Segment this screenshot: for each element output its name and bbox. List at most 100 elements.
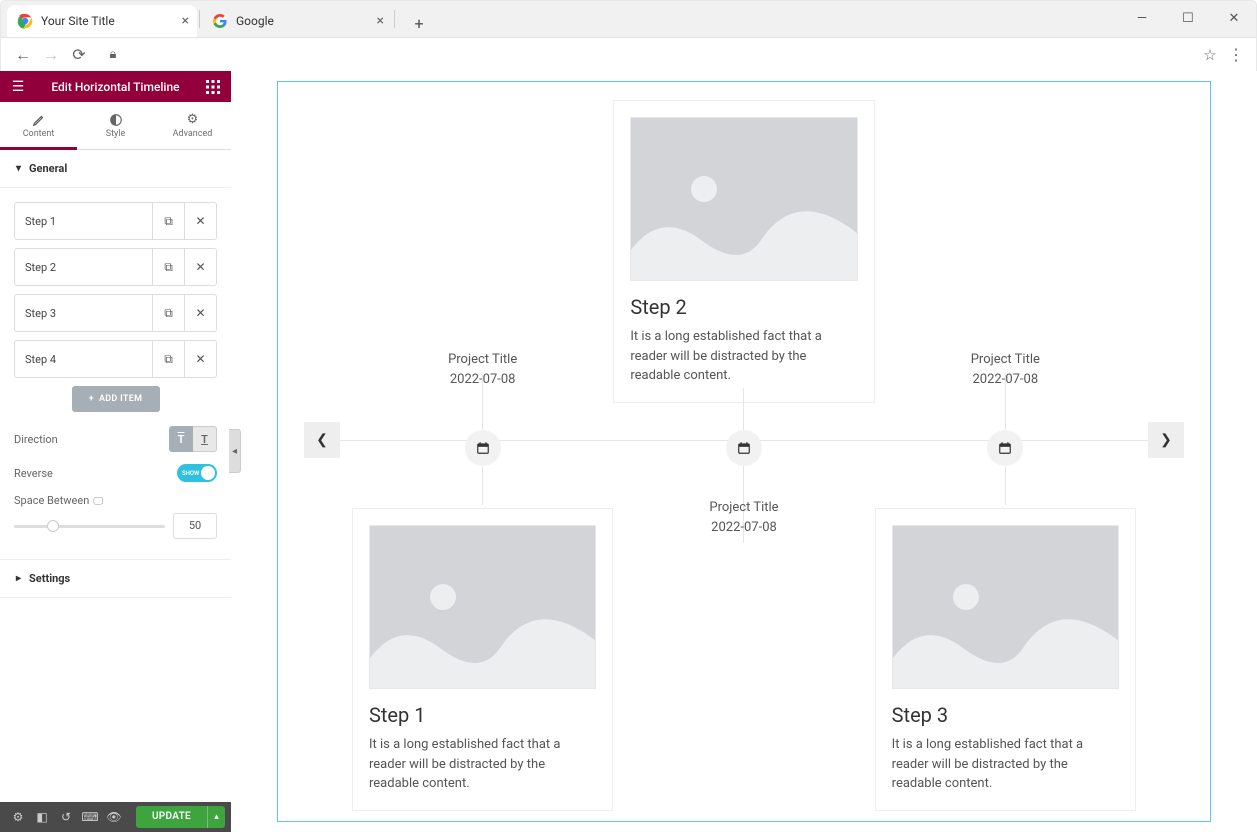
panel-title: Edit Horizontal Timeline <box>51 80 179 94</box>
card-title: Step 1 <box>369 703 596 727</box>
repeater-item[interactable]: Step 3 ⧉ ✕ <box>14 294 217 332</box>
widgets-grid-icon[interactable] <box>203 77 223 97</box>
calendar-icon <box>476 441 490 455</box>
repeater-item[interactable]: Step 1 ⧉ ✕ <box>14 202 217 240</box>
close-icon[interactable]: ✕ <box>184 203 216 239</box>
tab-close-icon[interactable]: × <box>182 13 189 29</box>
node-marker <box>465 430 501 466</box>
editor-canvas[interactable]: ❮ ❯ Project Title 2022-07-08 Step 1 It i… <box>231 71 1257 832</box>
space-between-value[interactable]: 50 <box>173 513 217 539</box>
direction-vertical-button[interactable]: T <box>193 426 217 452</box>
toggle-knob <box>201 466 215 480</box>
preview-eye-icon[interactable]: 👁 <box>102 802 126 832</box>
slider-thumb[interactable] <box>47 520 59 532</box>
editor-panel: ☰ Edit Horizontal Timeline Content Style… <box>0 71 231 832</box>
duplicate-icon[interactable]: ⧉ <box>152 341 184 377</box>
settings-gear-icon[interactable]: ⚙ <box>6 802 30 832</box>
image-placeholder <box>630 117 857 281</box>
window-close-button[interactable]: ✕ <box>1211 0 1257 36</box>
space-between-slider[interactable] <box>14 525 165 528</box>
direction-horizontal-button[interactable]: T <box>169 426 193 452</box>
chrome-favicon-icon <box>17 13 33 29</box>
card-description: It is a long established fact that a rea… <box>892 735 1119 794</box>
text-t-icon: T <box>178 433 185 446</box>
node-marker <box>987 430 1023 466</box>
selected-widget-frame[interactable]: ❮ ❯ Project Title 2022-07-08 Step 1 It i… <box>277 81 1211 822</box>
timeline-prev-button[interactable]: ❮ <box>304 422 340 458</box>
chrome-menu-icon[interactable]: ⋮ <box>1224 45 1248 64</box>
responsive-icon[interactable]: 🖵 <box>93 496 103 507</box>
repeater-item[interactable]: Step 4 ⧉ ✕ <box>14 340 217 378</box>
card-description: It is a long established fact that a rea… <box>630 327 857 386</box>
section-header-settings[interactable]: ▸ Settings <box>0 560 231 598</box>
update-dropdown-button[interactable]: ▴ <box>207 806 225 828</box>
add-item-button[interactable]: + ADD ITEM <box>72 386 160 412</box>
sun-icon <box>430 584 456 610</box>
hamburger-menu-icon[interactable]: ☰ <box>8 77 28 97</box>
plus-icon: + <box>89 394 94 404</box>
control-label-direction: Direction <box>14 433 58 446</box>
window-minimize-button[interactable]: — <box>1119 0 1165 36</box>
node-card: Step 1 It is a long established fact tha… <box>352 508 613 811</box>
project-title: Project Title <box>875 350 1136 370</box>
repeater-item[interactable]: Step 2 ⧉ ✕ <box>14 248 217 286</box>
tab-close-icon[interactable]: × <box>377 13 384 29</box>
lock-icon[interactable]: 🔒︎ <box>99 47 127 62</box>
browser-tab[interactable]: Google × <box>202 5 392 37</box>
node-date: 2022-07-08 <box>613 518 874 538</box>
caret-right-icon: ▸ <box>16 573 21 584</box>
style-icon <box>109 113 123 127</box>
navigator-icon[interactable]: ◧ <box>30 802 54 832</box>
duplicate-icon[interactable]: ⧉ <box>152 203 184 239</box>
nav-back-button[interactable]: ← <box>9 41 37 69</box>
panel-footer: ⚙ ◧ ↺ ⌨ 👁 UPDATE ▴ <box>0 802 231 832</box>
update-button[interactable]: UPDATE <box>136 806 207 828</box>
responsive-mode-icon[interactable]: ⌨ <box>78 802 102 832</box>
panel-collapse-handle[interactable]: ◂ <box>229 429 241 473</box>
node-card: Step 3 It is a long established fact tha… <box>875 508 1136 811</box>
node-meta: Project Title 2022-07-08 <box>613 498 874 537</box>
close-icon[interactable]: ✕ <box>184 249 216 285</box>
panel-tabs: Content Style ⚙ Advanced <box>0 102 231 150</box>
nav-forward-button[interactable]: → <box>37 41 65 69</box>
calendar-icon <box>998 441 1012 455</box>
bookmark-star-icon[interactable]: ☆ <box>1196 46 1224 64</box>
mountain-icon <box>631 190 857 280</box>
tab-advanced[interactable]: ⚙ Advanced <box>154 102 231 149</box>
tab-title: Google <box>236 14 274 28</box>
sun-icon <box>953 584 979 610</box>
project-title: Project Title <box>352 350 613 370</box>
calendar-icon <box>737 441 751 455</box>
direction-choice: T T <box>169 426 217 452</box>
control-label-reverse: Reverse <box>14 467 53 480</box>
card-title: Step 3 <box>892 703 1119 727</box>
browser-tab[interactable]: Your Site Title × <box>7 5 197 37</box>
mountain-icon <box>893 598 1119 688</box>
horizontal-timeline: ❮ ❯ Project Title 2022-07-08 Step 1 It i… <box>288 92 1200 811</box>
reverse-toggle[interactable]: SHOW <box>177 464 217 482</box>
repeater-item-label: Step 3 <box>15 307 152 320</box>
browser-chrome: — ☐ ✕ Your Site Title × Google × + ← → ⟳… <box>0 0 1257 71</box>
new-tab-button[interactable]: + <box>405 9 433 37</box>
tab-content[interactable]: Content <box>0 102 77 149</box>
duplicate-icon[interactable]: ⧉ <box>152 249 184 285</box>
close-icon[interactable]: ✕ <box>184 295 216 331</box>
timeline-next-button[interactable]: ❯ <box>1148 422 1184 458</box>
node-marker <box>726 430 762 466</box>
timeline-node: Project Title 2022-07-08 Step 3 It is a … <box>875 100 1136 811</box>
repeater-item-label: Step 2 <box>15 261 152 274</box>
card-description: It is a long established fact that a rea… <box>369 735 596 794</box>
section-header-general[interactable]: ▾ General <box>0 150 231 188</box>
window-maximize-button[interactable]: ☐ <box>1165 0 1211 36</box>
nav-reload-button[interactable]: ⟳ <box>65 41 93 69</box>
repeater-item-label: Step 4 <box>15 353 152 366</box>
history-icon[interactable]: ↺ <box>54 802 78 832</box>
card-title: Step 2 <box>630 295 857 319</box>
tab-title: Your Site Title <box>41 14 115 28</box>
duplicate-icon[interactable]: ⧉ <box>152 295 184 331</box>
timeline-node: Project Title 2022-07-08 Step 1 It is a … <box>352 100 613 811</box>
timeline-node: Step 2 It is a long established fact tha… <box>613 100 874 811</box>
tab-style[interactable]: Style <box>77 102 154 149</box>
project-title: Project Title <box>613 498 874 518</box>
close-icon[interactable]: ✕ <box>184 341 216 377</box>
